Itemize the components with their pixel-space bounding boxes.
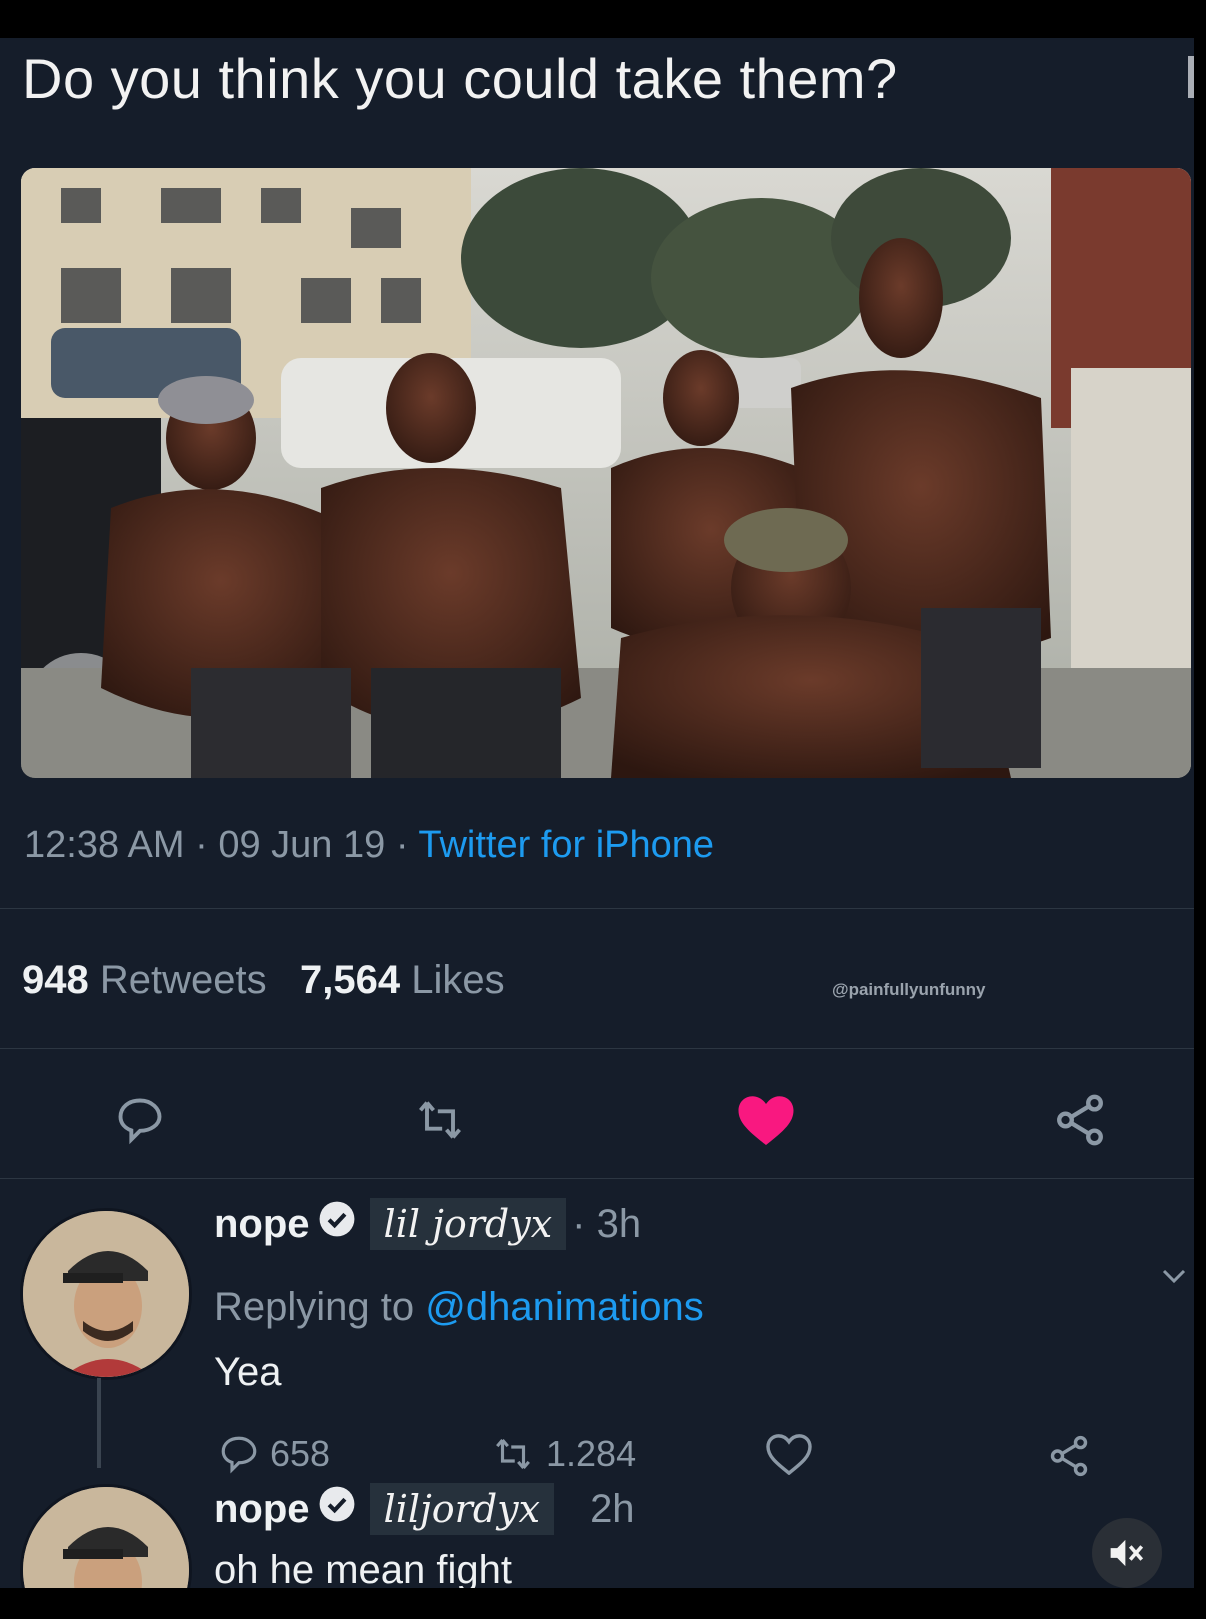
reply-reply-button[interactable]: 658: [218, 1433, 330, 1475]
avatar[interactable]: [20, 1208, 192, 1380]
reply-icon: [118, 1098, 162, 1145]
divider: [0, 908, 1194, 909]
reply-author-handle[interactable]: lil jordyx: [369, 1198, 567, 1250]
reply-retweet-button[interactable]: 1.284: [490, 1433, 636, 1475]
tweet-text: Do you think you could take them?: [22, 47, 898, 110]
reply-count: 658: [270, 1433, 331, 1474]
reply-share-button[interactable]: [1046, 1433, 1092, 1479]
divider: [0, 1178, 1194, 1179]
retweets-label: Retweets: [99, 958, 267, 1002]
tweet-meta: 12:38 AM · 09 Jun 19 · Twitter for iPhon…: [24, 824, 714, 867]
retweet-count: 1.284: [546, 1433, 637, 1474]
reply-time: · 3h: [572, 1201, 642, 1246]
replying-prefix: Replying to: [214, 1285, 415, 1329]
replying-to: Replying to @dhanimations: [214, 1285, 704, 1330]
reply-text: Yea: [214, 1350, 282, 1394]
mute-button[interactable]: [1092, 1518, 1162, 1588]
reply-author-name[interactable]: nope: [214, 1487, 310, 1532]
heart-outline-icon: [766, 1434, 812, 1475]
retweet-button[interactable]: [410, 1090, 470, 1150]
retweet-icon: [496, 1438, 530, 1470]
reply-header: nope lil jordyx · 3h: [214, 1198, 641, 1250]
watermark: @painfullyunfunny: [832, 980, 986, 999]
reply-author-name[interactable]: nope: [214, 1202, 310, 1247]
avatar-image: [23, 1211, 189, 1377]
verified-badge-icon: [318, 1485, 356, 1533]
chevron-down-icon[interactable]: [1160, 1266, 1188, 1291]
verified-badge-icon: [318, 1200, 356, 1248]
tweet-date: 09 Jun 19: [218, 824, 386, 866]
reply-text: oh he mean fight: [214, 1548, 512, 1588]
likes-count: 7,564: [299, 958, 401, 1002]
divider: [0, 1048, 1194, 1049]
group-photo-image: [21, 168, 1191, 778]
meta-separator: ·: [395, 824, 419, 866]
like-button[interactable]: [736, 1090, 796, 1150]
reply-like-button[interactable]: [766, 1433, 812, 1475]
heart-filled-icon: [738, 1096, 794, 1145]
share-icon: [1057, 1094, 1103, 1146]
likes-label: Likes: [411, 958, 505, 1002]
avatar[interactable]: [20, 1484, 192, 1588]
retweet-icon: [419, 1101, 461, 1139]
likes-stat[interactable]: 7,564 Likes: [300, 958, 505, 1002]
tweet-screen: Do you think you could take them? 12:38 …: [0, 38, 1194, 1588]
more-options-icon[interactable]: [1188, 56, 1194, 98]
reply-author-handle[interactable]: liljordyx: [369, 1483, 555, 1535]
avatar-image: [23, 1487, 189, 1588]
reply-button[interactable]: [110, 1090, 170, 1150]
speaker-muted-icon: [1110, 1539, 1144, 1567]
replying-to-mention[interactable]: @dhanimations: [425, 1285, 704, 1329]
reply-header: nope liljordyx 2h: [214, 1483, 635, 1535]
reply-icon: [221, 1436, 257, 1474]
retweets-count: 948: [22, 958, 89, 1002]
meta-separator: ·: [195, 824, 219, 866]
share-button[interactable]: [1050, 1090, 1110, 1150]
tweet-photo[interactable]: [21, 168, 1191, 778]
thread-line: [97, 1378, 101, 1468]
tweet-time: 12:38 AM: [24, 824, 185, 866]
tweet-stats: 948 Retweets 7,564 Likes: [22, 958, 505, 1003]
reply-time: 2h: [590, 1486, 635, 1531]
retweets-stat[interactable]: 948 Retweets: [22, 958, 267, 1002]
tweet-source-link[interactable]: Twitter for iPhone: [418, 824, 714, 866]
share-icon: [1050, 1435, 1088, 1477]
